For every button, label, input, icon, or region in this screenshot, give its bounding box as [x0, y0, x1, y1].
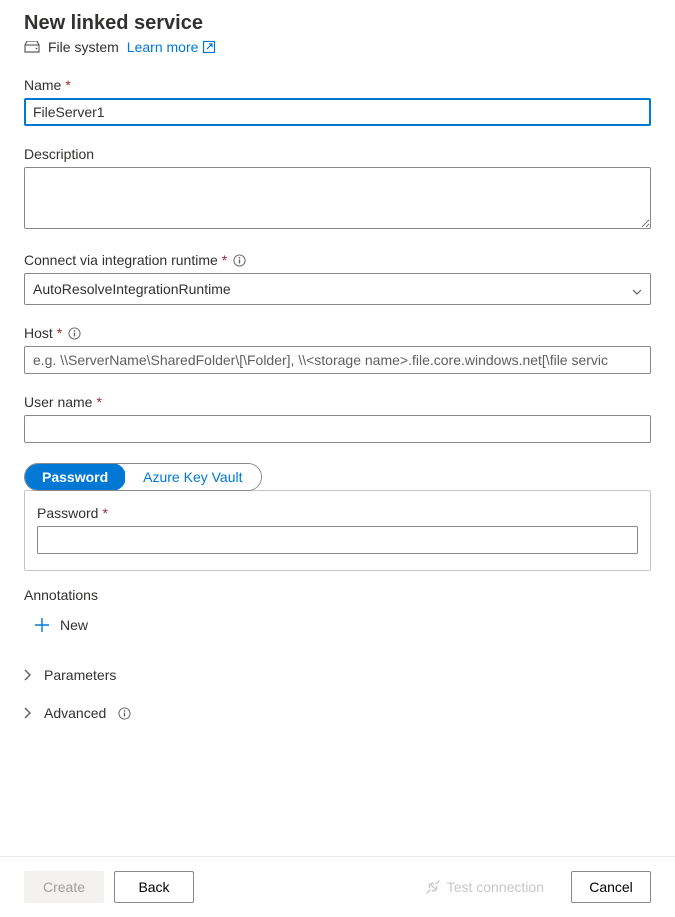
create-button[interactable]: Create — [24, 871, 104, 903]
description-input[interactable] — [24, 167, 651, 229]
password-panel: Password* — [24, 490, 651, 571]
advanced-section-toggle[interactable]: Advanced — [24, 701, 651, 725]
footer: Create Back Test connection Cancel — [0, 856, 675, 917]
username-label: User name* — [24, 394, 651, 410]
runtime-select[interactable]: AutoResolveIntegrationRuntime — [24, 273, 651, 305]
chevron-right-icon — [24, 707, 34, 719]
info-icon[interactable] — [118, 707, 131, 720]
runtime-label: Connect via integration runtime* — [24, 252, 651, 268]
username-input[interactable] — [24, 415, 651, 443]
tab-azure-key-vault[interactable]: Azure Key Vault — [125, 464, 260, 490]
test-connection-button[interactable]: Test connection — [408, 871, 561, 903]
info-icon[interactable] — [68, 327, 81, 340]
description-label: Description — [24, 146, 651, 162]
service-type-row: File system Learn more — [24, 39, 651, 55]
chevron-right-icon — [24, 669, 34, 681]
plus-icon — [34, 617, 50, 633]
add-annotation-button[interactable]: New — [24, 613, 88, 637]
connection-icon — [425, 879, 441, 895]
learn-more-link[interactable]: Learn more — [127, 39, 217, 55]
name-label: Name* — [24, 77, 651, 93]
name-input[interactable] — [24, 98, 651, 126]
password-input[interactable] — [37, 526, 638, 554]
external-link-icon — [202, 40, 216, 54]
password-label: Password* — [37, 505, 638, 521]
parameters-section-toggle[interactable]: Parameters — [24, 663, 651, 687]
service-type-label: File system — [48, 39, 119, 55]
host-input[interactable] — [24, 346, 651, 374]
info-icon[interactable] — [233, 254, 246, 267]
chevron-down-icon — [632, 284, 642, 294]
annotations-heading: Annotations — [24, 587, 651, 603]
back-button[interactable]: Back — [114, 871, 194, 903]
tab-password[interactable]: Password — [24, 463, 126, 491]
page-title: New linked service — [24, 12, 651, 35]
file-system-icon — [24, 41, 40, 53]
credential-tabs: Password Azure Key Vault — [24, 463, 262, 491]
cancel-button[interactable]: Cancel — [571, 871, 651, 903]
host-label: Host* — [24, 325, 651, 341]
